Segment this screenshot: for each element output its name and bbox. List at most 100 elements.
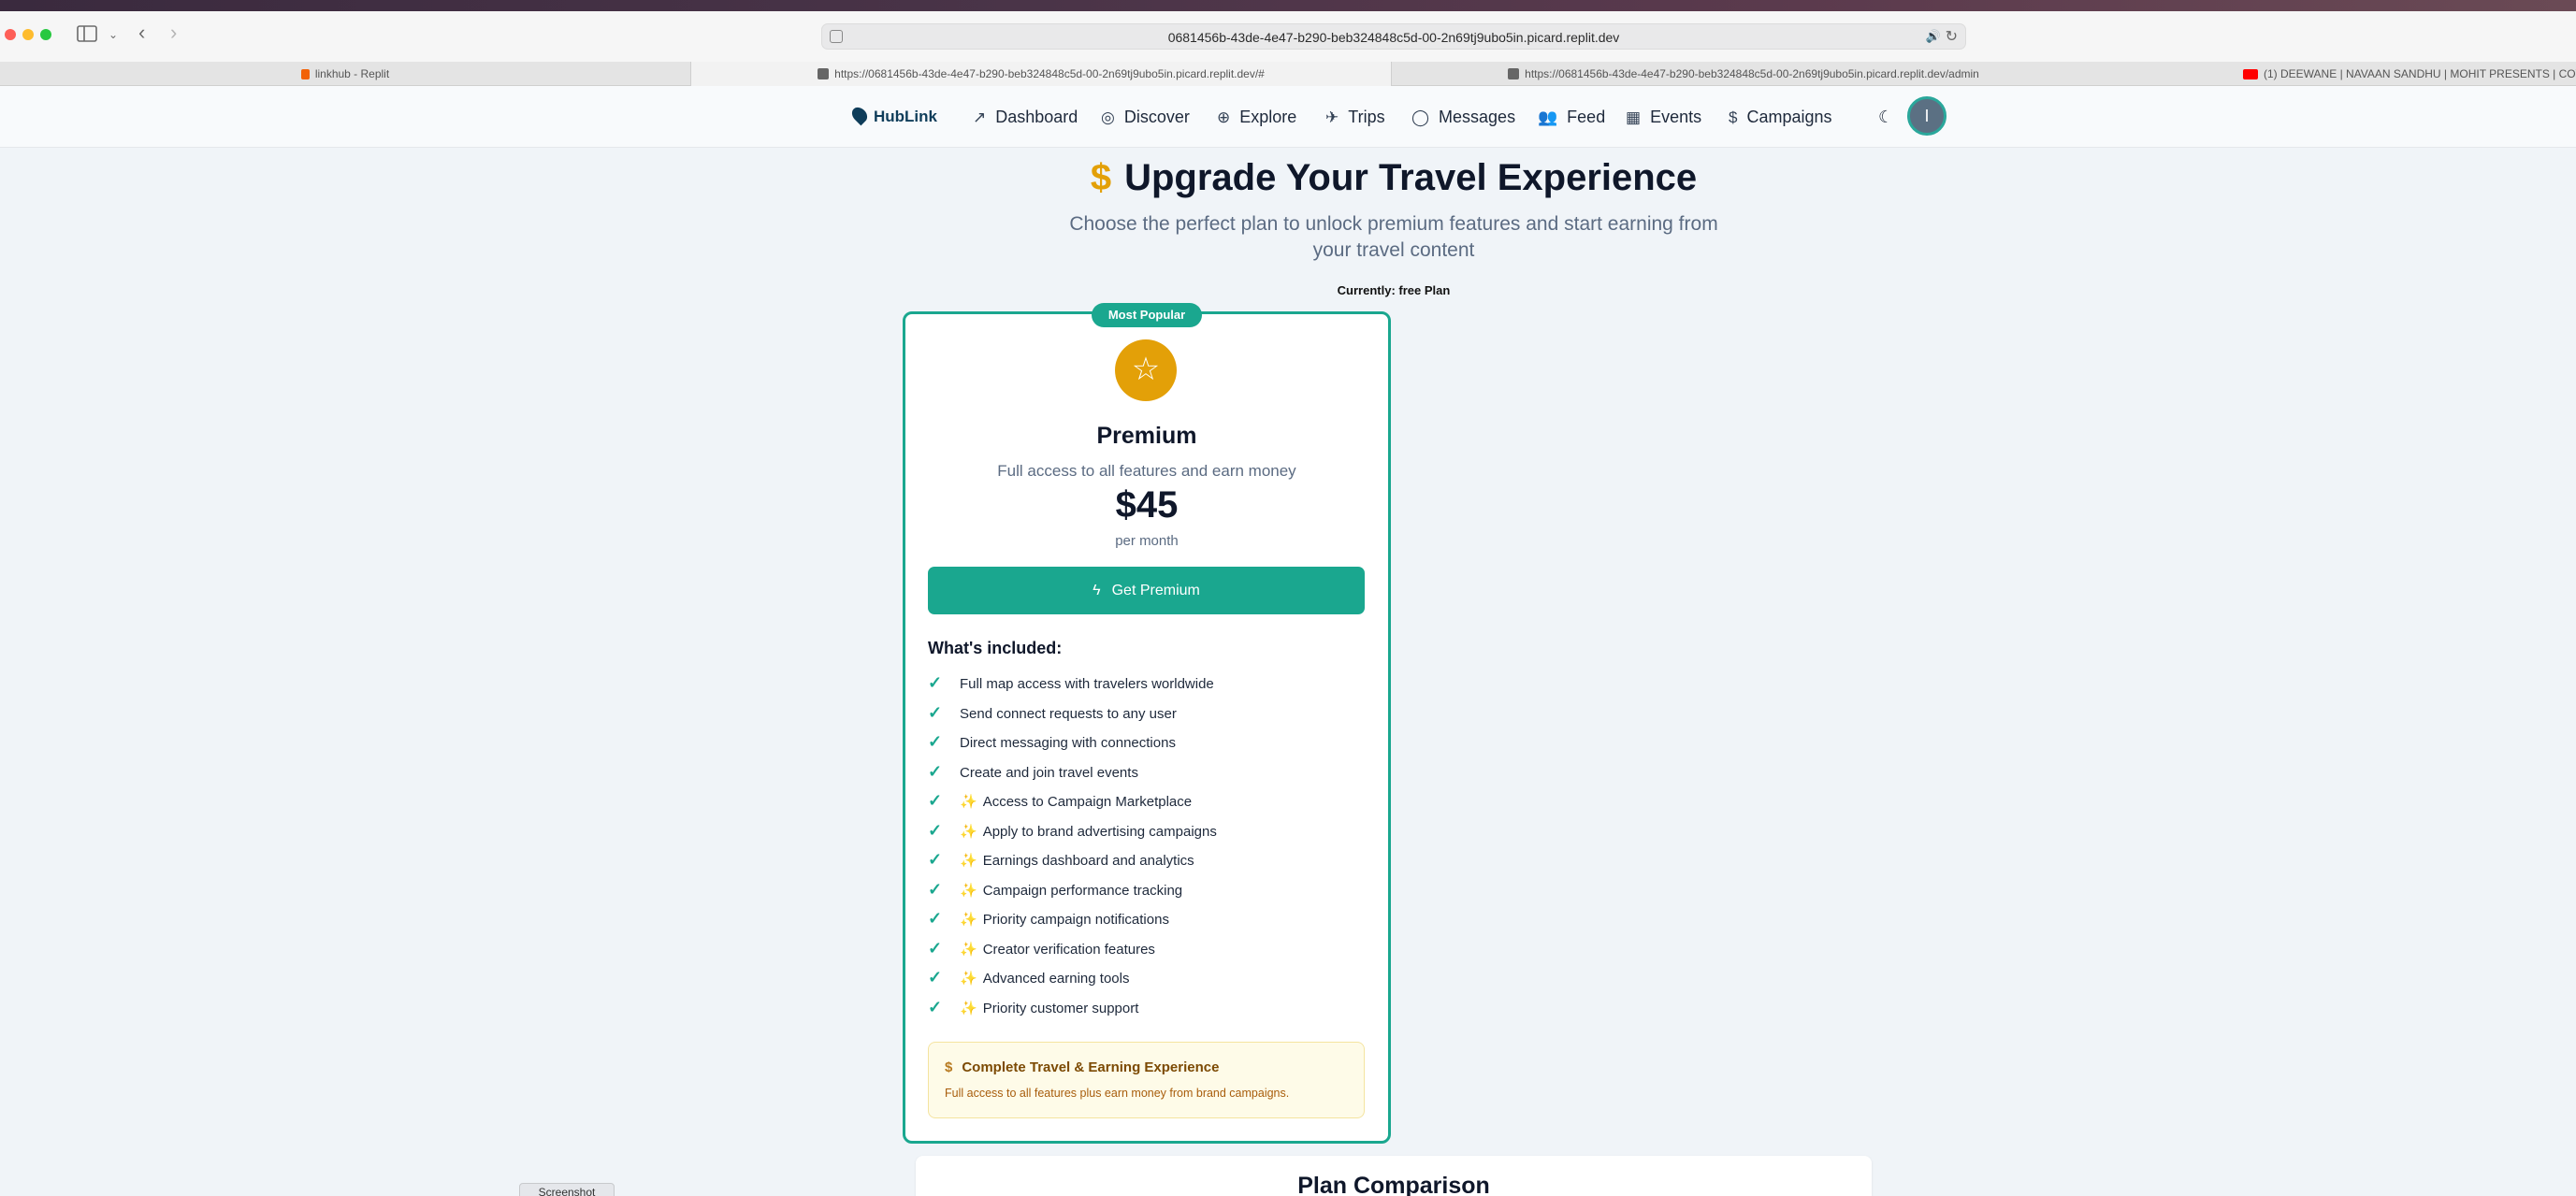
users-icon: 👥 bbox=[1538, 108, 1558, 126]
feature-text: Send connect requests to any user bbox=[960, 705, 1177, 722]
back-button[interactable]: ‹ bbox=[138, 22, 145, 43]
nav-item-explore[interactable]: ⊕ Explore bbox=[1217, 86, 1296, 148]
theme-toggle-button[interactable]: ☾ bbox=[1878, 86, 1893, 148]
check-icon: ✓ bbox=[928, 702, 943, 722]
feature-text: Full map access with travelers worldwide bbox=[960, 676, 1214, 692]
check-icon: ✓ bbox=[928, 732, 943, 751]
page-subtitle: Choose the perfect plan to unlock premiu… bbox=[1069, 213, 1718, 261]
trending-up-icon: ↗ bbox=[973, 108, 987, 126]
nav-item-feed[interactable]: 👥 Feed bbox=[1538, 86, 1605, 148]
sparkle-icon: ✨ bbox=[960, 1000, 977, 1016]
address-bar[interactable]: 0681456b-43de-4e47-b290-beb324848c5d-00-… bbox=[821, 23, 1966, 50]
feature-text: Campaign performance tracking bbox=[982, 882, 1183, 899]
page-title-row: $ Upgrade Your Travel Experience bbox=[0, 157, 2576, 199]
feature-text: Creator verification features bbox=[982, 941, 1155, 958]
get-premium-button[interactable]: ϟ Get Premium bbox=[928, 567, 1365, 614]
nav-item-dashboard[interactable]: ↗ Dashboard bbox=[973, 86, 1078, 148]
tab-youtube[interactable]: (1) DEEWANE | NAVAAN SANDHU | MOHIT PRES… bbox=[2095, 62, 2576, 86]
nav-item-trips[interactable]: ✈ Trips bbox=[1325, 86, 1385, 148]
message-icon: ◯ bbox=[1411, 108, 1430, 126]
tab-label: https://0681456b-43de-4e47-b290-beb32484… bbox=[1525, 67, 1979, 80]
check-icon: ✓ bbox=[928, 673, 943, 692]
minimize-window-button[interactable] bbox=[22, 29, 34, 40]
plan-comparison-title: Plan Comparison bbox=[1297, 1173, 1490, 1196]
nav-item-discover[interactable]: ◎ Discover bbox=[1101, 86, 1190, 148]
forward-button[interactable]: › bbox=[170, 22, 177, 43]
logo-text: HubLink bbox=[874, 108, 937, 125]
nav-item-campaigns[interactable]: $ Campaigns bbox=[1729, 86, 1832, 148]
sidebar-toggle-icon[interactable] bbox=[77, 25, 97, 46]
chevron-down-icon[interactable]: ⌄ bbox=[109, 25, 118, 44]
sparkle-icon: ✨ bbox=[960, 941, 977, 958]
check-icon: ✓ bbox=[928, 997, 943, 1016]
feature-text: Create and join travel events bbox=[960, 764, 1138, 781]
feature-item: ✓ Full map access with travelers worldwid… bbox=[928, 669, 1214, 698]
tab-label: linkhub - Replit bbox=[314, 67, 390, 80]
check-icon: ✓ bbox=[928, 968, 943, 987]
nav-label: Events bbox=[1650, 108, 1702, 126]
nav-label: Discover bbox=[1123, 108, 1190, 126]
tab-linkhub-replit[interactable]: linkhub - Replit bbox=[0, 62, 690, 86]
page-title: Upgrade Your Travel Experience bbox=[1124, 157, 1698, 198]
feature-item: ✓ Direct messaging with connections bbox=[928, 728, 1176, 757]
sparkle-icon: ✨ bbox=[960, 912, 977, 928]
check-icon: ✓ bbox=[928, 791, 943, 810]
avatar[interactable]: I bbox=[1907, 96, 1946, 136]
tab-label: https://0681456b-43de-4e47-b290-beb32484… bbox=[834, 67, 1265, 80]
dollar-icon: $ bbox=[1090, 157, 1112, 198]
dollar-icon: $ bbox=[1729, 108, 1738, 126]
plan-period: per month bbox=[1115, 533, 1179, 549]
earning-note bbox=[928, 1042, 1365, 1118]
logo[interactable]: HubLink bbox=[848, 86, 937, 148]
check-icon: ✓ bbox=[928, 850, 943, 869]
nav-label: Feed bbox=[1567, 108, 1606, 126]
replit-icon bbox=[300, 69, 310, 79]
plan-name: Premium bbox=[1096, 423, 1197, 449]
plan-price: $45 bbox=[1115, 484, 1179, 526]
youtube-icon bbox=[2243, 69, 2258, 79]
tab-app-home[interactable]: https://0681456b-43de-4e47-b290-beb32484… bbox=[690, 62, 1392, 86]
nav-item-messages[interactable]: ◯ Messages bbox=[1411, 86, 1515, 148]
moon-icon: ☾ bbox=[1878, 108, 1894, 126]
site-icon bbox=[818, 68, 830, 79]
nav-label: Trips bbox=[1348, 108, 1385, 126]
url-text: 0681456b-43de-4e47-b290-beb324848c5d-00-… bbox=[1167, 30, 1620, 45]
nav-label: Dashboard bbox=[995, 108, 1078, 126]
feature-text: Earnings dashboard and analytics bbox=[982, 853, 1194, 869]
feature-text: Priority campaign notifications bbox=[982, 912, 1169, 928]
feature-item: ✓ ✨ Priority customer support bbox=[928, 993, 1138, 1022]
feature-text: Access to Campaign Marketplace bbox=[982, 794, 1193, 810]
feature-text: Priority customer support bbox=[982, 1000, 1139, 1016]
tab-label: (1) DEEWANE | NAVAAN SANDHU | MOHIT PRES… bbox=[2264, 67, 2576, 80]
nav-label: Explore bbox=[1239, 108, 1297, 126]
feature-text: Direct messaging with connections bbox=[960, 735, 1176, 751]
feature-item: ✓ ✨ Advanced earning tools bbox=[928, 963, 1129, 992]
nav-item-events[interactable]: ▦ Events bbox=[1626, 86, 1701, 148]
note-title: Complete Travel & Earning Experience bbox=[962, 1059, 1220, 1075]
calendar-icon: ▦ bbox=[1626, 108, 1642, 126]
note-title-row: $ Complete Travel & Earning Experience bbox=[945, 1059, 1219, 1075]
maximize-window-button[interactable] bbox=[40, 29, 51, 40]
sparkle-icon: ✨ bbox=[960, 971, 977, 987]
menu-bar bbox=[0, 0, 2576, 11]
feature-item: ✓ ✨ Campaign performance tracking bbox=[928, 875, 1182, 904]
feature-item: ✓ ✨ Creator verification features bbox=[928, 934, 1155, 963]
close-window-button[interactable] bbox=[5, 29, 16, 40]
included-heading: What's included: bbox=[928, 639, 1063, 657]
feature-item: ✓ ✨ Apply to brand advertising campaigns bbox=[928, 816, 1217, 845]
star-icon: ☆ bbox=[1115, 339, 1177, 401]
feature-text: Apply to brand advertising campaigns bbox=[982, 823, 1217, 840]
tab-app-admin[interactable]: https://0681456b-43de-4e47-b290-beb32484… bbox=[1392, 62, 2095, 86]
screenshot-button[interactable]: Screenshot bbox=[519, 1183, 615, 1196]
plan-description: Full access to all features and earn mon… bbox=[997, 462, 1296, 480]
nav-label: Messages bbox=[1439, 108, 1516, 126]
sparkle-icon: ✨ bbox=[960, 823, 977, 840]
reload-icon[interactable]: ↻ bbox=[1946, 27, 1958, 46]
plane-icon: ✈ bbox=[1325, 108, 1339, 126]
feature-item: ✓ ✨ Access to Campaign Marketplace bbox=[928, 786, 1192, 815]
check-icon: ✓ bbox=[928, 761, 943, 781]
speaker-icon[interactable]: 🔊 bbox=[1926, 29, 1941, 44]
nav-label: Campaigns bbox=[1746, 108, 1832, 126]
note-text: Full access to all features plus earn mo… bbox=[945, 1087, 1290, 1100]
feature-text: Advanced earning tools bbox=[982, 971, 1130, 987]
